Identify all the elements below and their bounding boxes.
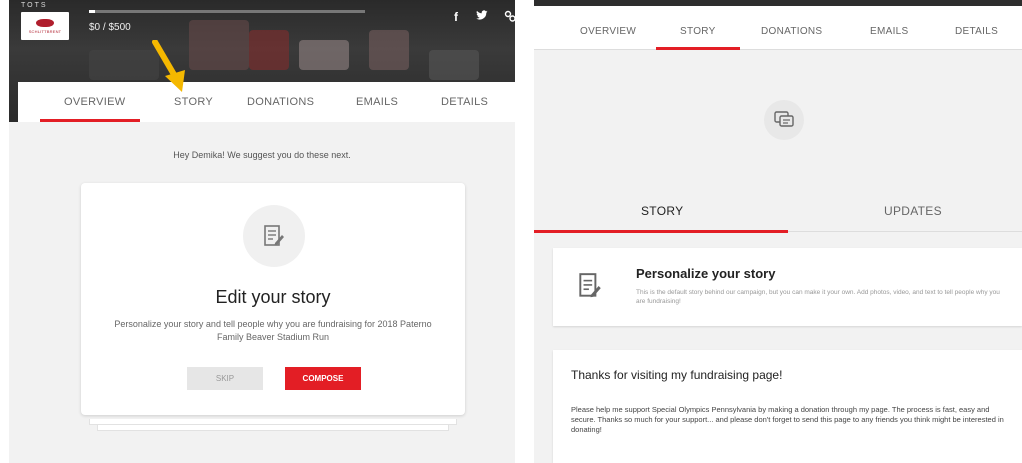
document-edit-icon: [579, 273, 601, 298]
story-title: Thanks for visiting my fundraising page!: [571, 368, 783, 382]
compose-button[interactable]: COMPOSE: [285, 367, 361, 390]
campaign-tabs: OVERVIEW STORY DONATIONS EMAILS DETAILS: [18, 82, 515, 122]
story-subtabs: STORY UPDATES: [534, 184, 1022, 233]
card-stack-edge: [97, 425, 449, 431]
logo-mark: [36, 18, 54, 27]
tab-details[interactable]: DETAILS: [441, 96, 488, 108]
personalize-title: Personalize your story: [636, 266, 776, 281]
personalize-story-card[interactable]: Personalize your story This is the defau…: [553, 248, 1022, 326]
campaign-tabs: OVERVIEW STORY DONATIONS EMAILS DETAILS: [534, 6, 1022, 50]
subtab-story[interactable]: STORY: [641, 204, 683, 218]
card-description: Personalize your story and tell people w…: [114, 319, 432, 342]
tab-emails[interactable]: EMAILS: [356, 96, 398, 108]
story-body: Please help me support Special Olympics …: [571, 405, 1004, 434]
logo-text: SCHLITTBRENT: [28, 28, 62, 34]
screenshot-root: TOTS SCHLITTBRENT $0 / $500 f OVERVIEW S…: [0, 0, 1022, 463]
suggestion-text: Hey Demika! We suggest you do these next…: [173, 150, 351, 160]
tab-donations[interactable]: DONATIONS: [761, 26, 822, 37]
edit-story-card: Edit your story Personalize your story a…: [81, 183, 465, 415]
progress-text: $0 / $500: [89, 22, 131, 33]
twitter-icon[interactable]: [471, 10, 493, 26]
story-content-card: Thanks for visiting my fundraising page!…: [553, 350, 1022, 463]
tab-overview[interactable]: OVERVIEW: [580, 26, 636, 37]
document-edit-icon: [243, 205, 305, 267]
card-title: Edit your story: [215, 287, 331, 307]
facebook-icon[interactable]: f: [445, 10, 467, 26]
tab-details[interactable]: DETAILS: [955, 26, 998, 37]
active-tab-indicator: [656, 47, 740, 50]
subtab-updates[interactable]: UPDATES: [884, 204, 942, 218]
tab-emails[interactable]: EMAILS: [870, 26, 908, 37]
tab-donations[interactable]: DONATIONS: [247, 96, 314, 108]
tab-story[interactable]: STORY: [174, 96, 213, 108]
campaign-logo: SCHLITTBRENT: [21, 12, 69, 40]
chat-bubble-icon: [764, 100, 804, 140]
tab-story[interactable]: STORY: [680, 26, 716, 37]
progress-bar: [89, 10, 365, 13]
overview-panel: TOTS SCHLITTBRENT $0 / $500 f OVERVIEW S…: [9, 0, 515, 463]
arrow-annotation-icon: [152, 40, 185, 92]
active-subtab-indicator: [534, 230, 788, 233]
tab-overview[interactable]: OVERVIEW: [64, 96, 126, 108]
progress-bar-fill: [89, 10, 95, 13]
link-icon[interactable]: [499, 10, 515, 26]
logo-top-text: TOTS: [21, 2, 48, 9]
personalize-description: This is the default story behind our cam…: [636, 289, 1000, 305]
active-tab-indicator: [40, 119, 140, 122]
skip-button[interactable]: SKIP: [187, 367, 263, 390]
story-panel: OVERVIEW STORY DONATIONS EMAILS DETAILS …: [534, 0, 1022, 463]
